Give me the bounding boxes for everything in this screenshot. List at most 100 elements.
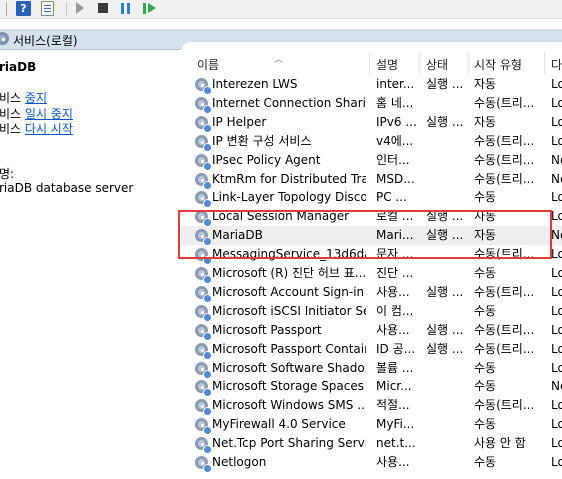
service-status: 실행 ... — [426, 341, 464, 356]
service-row[interactable]: Microsoft Passport 사용... 실행 ... 수동(트리... Lo — [181, 321, 562, 341]
pause-service-link[interactable]: 일시 중지 — [25, 107, 73, 121]
service-startup-type: 수동(트리... — [474, 322, 535, 337]
service-logon: Lo — [551, 436, 562, 451]
service-logon: Lo — [551, 417, 562, 432]
column-description[interactable]: 설명 — [376, 56, 398, 74]
service-startup-type: 수동 — [474, 360, 497, 375]
service-description: 홈 네... — [376, 95, 414, 110]
stop-service-icon[interactable] — [98, 3, 108, 13]
service-row[interactable]: Microsoft iSCSI Initiator Se... 이 컴... 수동 L… — [181, 302, 562, 322]
service-row[interactable]: MyFirewall 4.0 Service MyFi... 수동 Lo — [181, 415, 562, 436]
service-logon: Lo — [551, 77, 562, 91]
service-logon: Lo — [551, 95, 562, 110]
description-pane: riaDB 비스 중지 비스 일시 중지 비스 다시 시작 명: riaDB d… — [0, 50, 181, 479]
service-gear-icon — [195, 323, 212, 341]
service-startup-type: 수동 — [474, 303, 497, 318]
service-row[interactable]: Microsoft (R) 진단 허브 표... 진단 ... 수동 Lo — [181, 264, 562, 284]
service-name: Interezen LWS — [212, 77, 298, 91]
service-row[interactable]: Microsoft Storage Spaces ... Micr... 수동 Ne — [181, 377, 562, 398]
service-logon: Lo — [551, 303, 562, 318]
service-row[interactable]: Netlogon 사용... 수동 Lo — [181, 453, 562, 473]
service-gear-icon — [195, 96, 212, 114]
service-startup-type: 수동(트리... — [474, 133, 535, 148]
action-stop: 비스 중지 — [0, 89, 47, 106]
service-name: Link-Layer Topology Disco... — [212, 190, 366, 205]
service-name: IP Helper — [212, 114, 267, 129]
service-logon: Lo — [551, 360, 562, 375]
service-row[interactable]: Microsoft Windows SMS ... 적절... 수동(트리... Lo — [181, 396, 562, 417]
service-startup-type: 사용 안 함 — [474, 436, 526, 451]
properties-icon[interactable] — [41, 1, 54, 16]
service-row[interactable]: IP 변환 구성 서비스 v4에... 수동(트리... Lo — [181, 132, 562, 152]
service-name: MyFirewall 4.0 Service — [212, 417, 346, 432]
service-startup-type: 수동(트리... — [474, 171, 535, 186]
column-divider[interactable] — [419, 52, 420, 74]
column-divider[interactable] — [544, 52, 545, 74]
service-gear-icon — [195, 267, 212, 284]
service-row[interactable]: Microsoft Passport Container ID 공... 실행 ..… — [181, 340, 562, 360]
service-description: net.t... — [376, 436, 416, 451]
service-row[interactable]: Interezen LWS inter... 실행 ... 자동 Lo — [181, 75, 562, 95]
service-row[interactable]: IP Helper IPv6 ... 실행 ... 자동 Lo — [181, 113, 562, 133]
service-name: Microsoft Passport — [212, 322, 322, 337]
restart-service-icon[interactable] — [143, 3, 156, 14]
service-status: 실행 ... — [426, 77, 464, 91]
selected-service-name: riaDB — [0, 60, 37, 74]
service-description: 사용... — [376, 455, 410, 469]
service-gear-icon — [195, 78, 212, 95]
service-description: 사용... — [376, 284, 410, 299]
column-startup-type[interactable]: 시작 유형 — [474, 56, 522, 74]
service-row[interactable]: Microsoft Account Sign-in ... 사용... 실행 ...… — [181, 283, 562, 303]
service-logon: Lo — [551, 322, 562, 337]
service-gear-icon — [195, 399, 212, 417]
service-gear-icon — [195, 456, 212, 473]
service-row[interactable]: Link-Layer Topology Disco... PC ... 수동 Lo — [181, 188, 562, 209]
pause-service-icon[interactable] — [121, 3, 124, 14]
service-description: MSD... — [376, 171, 415, 186]
service-startup-type: 수동(트리... — [474, 95, 535, 110]
service-logon: Lo — [551, 190, 562, 205]
service-row[interactable]: IPsec Policy Agent 인터... 수동(트리... Ne — [181, 151, 562, 171]
action-restart: 비스 다시 시작 — [0, 120, 73, 137]
column-divider[interactable] — [369, 52, 370, 74]
restart-service-link[interactable]: 다시 시작 — [25, 122, 73, 136]
service-description: PC ... — [376, 190, 407, 205]
column-logon[interactable]: 다 — [551, 56, 562, 74]
service-gear-icon — [195, 172, 212, 190]
service-description: 진단 ... — [376, 266, 414, 280]
service-name: Microsoft Storage Spaces ... — [212, 379, 366, 394]
service-logon: Lo — [551, 455, 562, 469]
service-name: Microsoft Windows SMS ... — [212, 398, 366, 413]
column-status[interactable]: 상태 — [426, 56, 448, 74]
sort-ascending-icon: ︿ — [274, 55, 284, 65]
service-gear-icon — [195, 153, 212, 171]
service-row[interactable]: Microsoft Software Shado... 볼륨 ... 수동 Lo — [181, 359, 562, 379]
column-header: ︿ 이름 설명 상태 시작 유형 다 — [181, 52, 562, 74]
service-logon: Ne — [551, 152, 562, 167]
help-icon[interactable]: ? — [16, 1, 31, 16]
action-prefix: 비스 — [0, 122, 25, 136]
service-gear-icon — [195, 380, 212, 398]
service-logon: Ne — [551, 379, 562, 394]
service-row[interactable]: KtmRm for Distributed Tra... MSD... 수동(트리.… — [181, 170, 562, 190]
action-prefix: 비스 — [0, 107, 25, 121]
service-gear-icon — [195, 134, 212, 152]
column-divider[interactable] — [468, 52, 469, 74]
stop-service-link[interactable]: 중지 — [25, 91, 47, 105]
service-startup-type: 수동(트리... — [474, 152, 535, 167]
service-name: Microsoft (R) 진단 허브 표... — [212, 266, 366, 280]
action-prefix: 비스 — [0, 91, 25, 105]
service-row[interactable]: Net.Tcp Port Sharing Service net.t... 사용 안… — [181, 434, 562, 455]
service-row[interactable]: Internet Connection Sharin... 홈 네... 수동(트리… — [181, 94, 562, 114]
service-startup-type: 수동(트리... — [474, 341, 535, 356]
service-description: 볼륨 ... — [376, 360, 414, 375]
service-gear-icon — [195, 418, 212, 436]
service-description: IPv6 ... — [376, 114, 416, 129]
column-name[interactable]: 이름 — [197, 56, 219, 74]
service-gear-icon — [195, 285, 212, 303]
start-service-icon[interactable] — [76, 2, 84, 14]
toolbar: ? — [0, 0, 562, 19]
service-status: 실행 ... — [426, 284, 464, 299]
service-description: MyFi... — [376, 417, 415, 432]
service-startup-type: 수동 — [474, 190, 497, 205]
